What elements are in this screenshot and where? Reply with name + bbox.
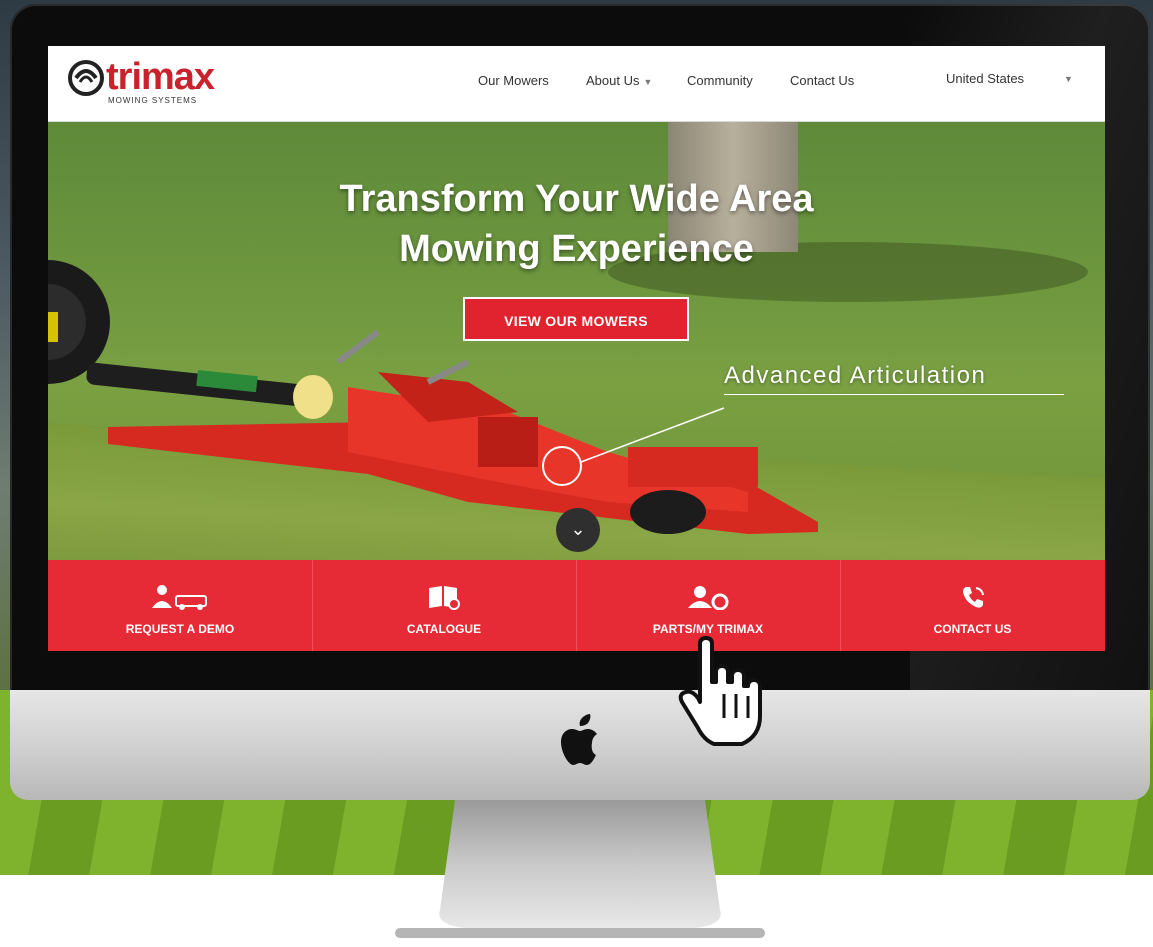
nav-about-us[interactable]: About Us ▼: [586, 73, 652, 88]
nav-label: Our Mowers: [478, 73, 549, 88]
parts-my-trimax-label: PARTS/MY TRIMAX: [652, 622, 764, 636]
advanced-articulation-label: Advanced Articulation: [724, 362, 987, 389]
catalogue-link[interactable]: CATALOGUE: [312, 560, 576, 651]
view-our-mowers-button[interactable]: VIEW OUR MOWERS: [463, 297, 689, 341]
parts-icon: [688, 586, 729, 610]
monitor-stand: [395, 800, 765, 938]
contact-us-label: CONTACT US: [933, 622, 1012, 636]
trimax-logo-mark-icon: [68, 60, 104, 96]
request-demo-label: REQUEST A DEMO: [125, 622, 235, 636]
quick-links-bar: REQUEST A DEMO CATALOGUE PARTS/MY TRIMAX: [48, 560, 1105, 651]
site-header: trimax MOWING SYSTEMS Our Mowers About U…: [48, 46, 1105, 122]
catalogue-label: CATALOGUE: [406, 622, 482, 636]
nav-community[interactable]: Community: [687, 73, 753, 88]
request-demo-link[interactable]: REQUEST A DEMO: [48, 560, 312, 651]
nav-our-mowers[interactable]: Our Mowers: [478, 73, 549, 88]
demo-icon: [152, 585, 207, 610]
hand-pointer-cursor-icon: [678, 636, 762, 746]
nav-label: Community: [687, 73, 753, 88]
logo-wordmark: trimax: [106, 56, 215, 98]
chevron-down-icon: ▼: [643, 77, 653, 87]
country-selector[interactable]: United States: [946, 71, 1024, 86]
hero-title-line2: Mowing Experience: [399, 228, 754, 270]
nav-contact-us[interactable]: Contact Us: [790, 73, 854, 88]
browser-screen: trimax MOWING SYSTEMS Our Mowers About U…: [48, 46, 1105, 651]
contact-us-link[interactable]: CONTACT US: [840, 560, 1105, 651]
apple-logo-icon: [561, 714, 597, 765]
hero-title: Transform Your Wide Area Mowing Experien…: [48, 174, 1105, 274]
nav-label: Contact Us: [790, 73, 855, 88]
scroll-down-icon[interactable]: ⌄: [556, 508, 600, 552]
logo-tagline: MOWING SYSTEMS: [108, 96, 198, 105]
hero-title-line1: Transform Your Wide Area: [339, 178, 814, 220]
annotation-underline: [724, 394, 1064, 395]
catalogue-icon: [429, 586, 460, 610]
nav-label: About Us: [586, 73, 640, 88]
phone-icon: [962, 587, 984, 608]
chevron-down-icon[interactable]: ▼: [1064, 74, 1073, 84]
hero-banner: Transform Your Wide Area Mowing Experien…: [48, 122, 1105, 560]
